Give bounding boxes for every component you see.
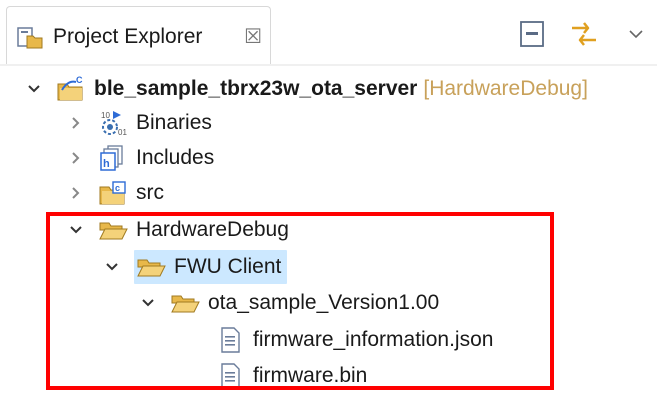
svg-text:10: 10 [101,111,110,120]
tree-item-includes[interactable]: h Includes [66,141,214,175]
chevron-right-icon[interactable] [66,148,86,168]
source-folder-icon: c [98,178,128,208]
includes-icon: h [98,143,128,173]
tree-item-src[interactable]: c src [66,176,164,210]
chevron-down-icon[interactable] [102,257,122,277]
project-explorer-tab[interactable]: Project Explorer ☒ [6,6,271,66]
link-with-editor-icon[interactable] [567,17,601,51]
tree-item-label: Includes [136,146,215,169]
view-toolbar [515,14,657,54]
build-config-decoration: [HardwareDebug] [423,77,588,100]
file-icon [215,325,245,355]
close-icon[interactable]: ☒ [244,24,262,49]
tree-item-label: firmware_information.json [253,328,494,351]
tab-title: Project Explorer [53,24,203,48]
svg-text:c: c [115,183,120,193]
chevron-right-icon[interactable] [66,183,86,203]
chevron-down-icon[interactable] [138,293,158,313]
project-label: ble_sample_tbrx23w_ota_server [94,77,418,100]
open-folder-icon [170,288,200,318]
tree-item-label: FWU Client [174,255,282,278]
file-icon [215,361,245,391]
tree-item-label: firmware.bin [253,364,368,387]
tree-item-hardwaredebug[interactable]: HardwareDebug [66,213,289,247]
selection-highlight: FWU Client [134,250,288,284]
binaries-icon: 10 01 [98,108,128,138]
chevron-down-icon[interactable] [24,79,44,99]
tree-item-fwu-client[interactable]: FWU Client [102,250,288,284]
svg-text:01: 01 [118,128,127,137]
tree-item-label: ota_sample_Version1.00 [208,291,440,314]
tree-item-project[interactable]: C ble_sample_tbrx23w_ota_server [Hardwar… [24,72,588,106]
tree-item-binaries[interactable]: 10 01 Binaries [66,106,212,140]
c-project-icon: C [56,74,86,104]
view-tab-bar: Project Explorer ☒ [0,0,657,66]
open-folder-icon [98,215,128,245]
tree-item-label: Binaries [136,111,212,134]
tree-item-firmware-information[interactable]: firmware_information.json [215,323,493,357]
svg-text:C: C [76,75,83,85]
svg-text:h: h [103,158,110,170]
chevron-down-icon[interactable] [66,220,86,240]
view-menu-icon[interactable] [619,17,653,51]
open-folder-icon [136,252,166,282]
tree-item-firmware-bin[interactable]: firmware.bin [215,359,367,393]
tab-bar-divider [0,64,657,66]
chevron-right-icon[interactable] [66,113,86,133]
collapse-all-icon[interactable] [515,17,549,51]
tree-item-label: src [136,181,164,204]
project-explorer-icon [15,22,45,52]
tree-item-ota-sample[interactable]: ota_sample_Version1.00 [138,286,439,320]
tree-item-label: HardwareDebug [136,218,289,241]
